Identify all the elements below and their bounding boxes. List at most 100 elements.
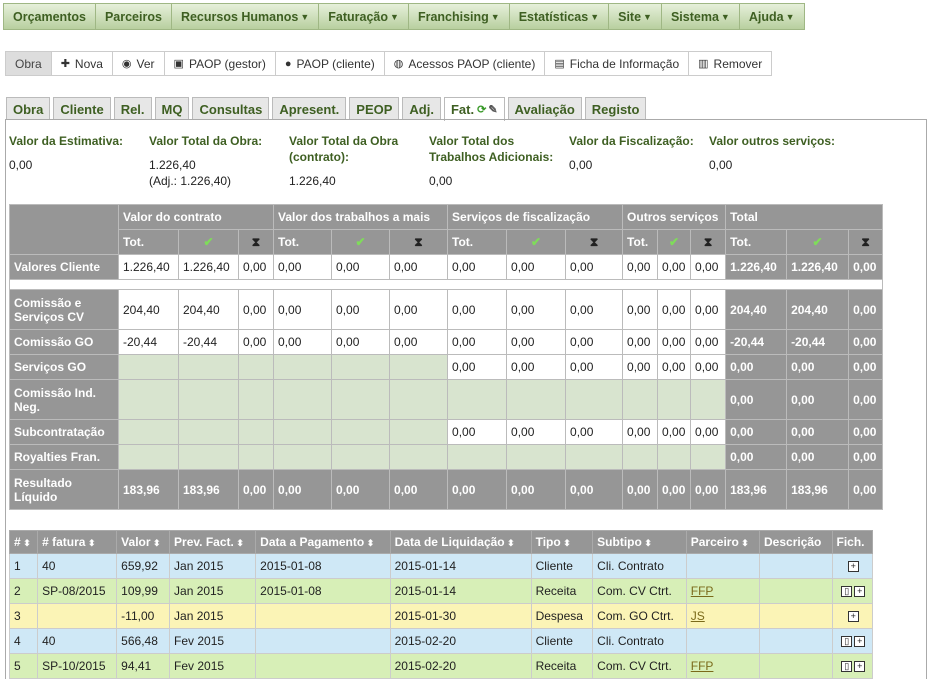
fin-cell: 0,00 bbox=[389, 469, 449, 510]
toolbar-button[interactable]: Obra bbox=[6, 52, 52, 75]
menu-item[interactable]: Faturação ▼ bbox=[318, 3, 409, 30]
hourglass-icon: ⧗ bbox=[237, 229, 275, 255]
summary-label: Valor outros serviços: bbox=[709, 134, 836, 148]
fin-cell: 0,00 bbox=[506, 419, 567, 445]
fin-cell: 1.226,40 bbox=[118, 254, 179, 280]
check-icon: ✔ bbox=[506, 229, 567, 255]
partner-link[interactable]: FFP bbox=[691, 659, 714, 673]
toolbar-button[interactable]: ▣ PAOP (gestor) bbox=[165, 52, 276, 75]
tab[interactable]: Adj. bbox=[402, 97, 441, 120]
fin-cell: 0,00 bbox=[565, 469, 624, 510]
menu-item[interactable]: Orçamentos bbox=[3, 3, 96, 30]
fin-row: Comissão Ind. Neg. 0,00 0,00 0,00 bbox=[9, 379, 884, 420]
invoice-row[interactable]: 1 40 659,92 Jan 2015 2015-01-08 2015-01-14 Cli… bbox=[8, 553, 874, 579]
fin-cell bbox=[622, 379, 659, 420]
menu-item[interactable]: Parceiros bbox=[94, 3, 172, 30]
column-header-label: Data a Pagamento bbox=[260, 535, 365, 549]
fin-row-label: Comissão Ind. Neg. bbox=[9, 379, 119, 420]
invoice-column-header[interactable]: Valor ⬍ bbox=[116, 530, 171, 554]
toolbar-button[interactable]: ◍ Acessos PAOP (cliente) bbox=[385, 52, 546, 75]
tab[interactable]: Rel. bbox=[113, 97, 152, 120]
fin-spacer-row bbox=[8, 279, 884, 290]
invoice-column-header[interactable]: # ⬍ bbox=[8, 530, 39, 554]
invoice-file-cell: ▯ + bbox=[831, 653, 874, 679]
invoice-column-header[interactable]: Tipo ⬍ bbox=[530, 530, 594, 554]
invoice-column-header[interactable]: Descrição bbox=[759, 530, 833, 554]
tab[interactable]: Consultas bbox=[192, 97, 270, 120]
add-file-icon[interactable]: + bbox=[854, 586, 866, 598]
fin-cell: 0,00 bbox=[331, 254, 391, 280]
add-file-icon[interactable]: + bbox=[854, 636, 866, 648]
caret-down-icon: ▼ bbox=[643, 11, 652, 22]
toolbar-button[interactable]: ▥ Remover bbox=[689, 52, 771, 75]
fin-cell bbox=[237, 419, 275, 445]
fin-cell: 0,00 bbox=[622, 469, 659, 510]
invoice-row[interactable]: 4 40 566,48 Fev 2015 2015-02-20 Cliente Cli. C… bbox=[8, 628, 874, 654]
tab[interactable]: PEOP bbox=[349, 97, 400, 120]
add-file-icon[interactable]: + bbox=[854, 661, 866, 673]
file-icon[interactable]: ▯ bbox=[841, 636, 853, 648]
invoice-cell: 2 bbox=[8, 578, 39, 604]
tab[interactable]: Avaliação bbox=[507, 97, 582, 120]
invoice-column-header[interactable]: Prev. Fact. ⬍ bbox=[169, 530, 257, 554]
tab[interactable]: MQ bbox=[154, 97, 190, 120]
fin-cell bbox=[331, 444, 391, 470]
tab[interactable]: Fat. ⟳ ✎ bbox=[443, 97, 505, 121]
briefcase-icon: ▣ bbox=[173, 58, 184, 70]
invoice-row[interactable]: 2 SP-08/2015 109,99 Jan 2015 2015-01-08 2015-… bbox=[8, 578, 874, 604]
invoice-column-header[interactable]: Fich. bbox=[831, 530, 874, 554]
menu-item[interactable]: Site ▼ bbox=[608, 3, 662, 30]
invoice-column-header[interactable]: Subtipo ⬍ bbox=[592, 530, 687, 554]
toolbar-button[interactable]: ✚ Nova bbox=[52, 52, 113, 75]
fin-row-label: Comissão GO bbox=[9, 329, 119, 355]
invoice-column-header[interactable]: Data a Pagamento ⬍ bbox=[255, 530, 391, 554]
pencil-icon[interactable]: ✎ bbox=[488, 103, 497, 116]
menu-item[interactable]: Estatísticas ▼ bbox=[508, 3, 610, 30]
invoice-row[interactable]: 3 -11,00 Jan 2015 2015-01-30 Despesa Com. GO … bbox=[8, 603, 874, 629]
summary-field: Valor Total dos Trabalhos Adicionais: 0,0… bbox=[429, 133, 569, 189]
invoice-column-header[interactable]: # fatura ⬍ bbox=[37, 530, 118, 554]
sort-icon: ⬍ bbox=[641, 538, 652, 548]
caret-down-icon: ▼ bbox=[490, 11, 500, 22]
check-icon: ✔ bbox=[178, 229, 239, 255]
invoice-cell: 2015-01-30 bbox=[389, 603, 532, 629]
summary-value: 0,00 bbox=[709, 158, 733, 172]
fin-subheader-total: Tot. bbox=[725, 229, 788, 255]
tab[interactable]: Registo bbox=[584, 97, 647, 120]
toolbar-button[interactable]: ● PAOP (cliente) bbox=[276, 52, 385, 75]
toolbar-button[interactable]: ▤ Ficha de Informação bbox=[545, 52, 690, 75]
file-icon[interactable]: ▯ bbox=[841, 661, 853, 673]
fin-subheader-row: Tot. ✔ ⧗ Tot. ✔ ⧗ Tot. ✔ ⧗ Tot. ✔ ⧗ Tot. ✔ ⧗ bbox=[10, 229, 884, 255]
fin-cell: 0,00 bbox=[331, 289, 391, 330]
fin-cell: 0,00 bbox=[447, 289, 508, 330]
sort-icon: ⬍ bbox=[738, 538, 749, 548]
invoice-column-header[interactable]: Data de Liquidação ⬍ bbox=[389, 530, 532, 554]
fin-cell bbox=[237, 379, 275, 420]
tab[interactable]: Apresent. bbox=[272, 97, 347, 120]
refresh-icon[interactable]: ⟳ bbox=[477, 103, 486, 116]
toolbar-button-label: Acessos PAOP (cliente) bbox=[408, 56, 536, 71]
fin-cell: 0,00 bbox=[565, 419, 624, 445]
menu-item[interactable]: Ajuda ▼ bbox=[738, 3, 805, 30]
fin-cell: 183,96 bbox=[118, 469, 179, 510]
invoice-row[interactable]: 5 SP-10/2015 94,41 Fev 2015 2015-02-20 Receit… bbox=[8, 653, 874, 679]
fin-row-label: Resultado Líquido bbox=[9, 469, 119, 510]
toolbar-button[interactable]: ◉ Ver bbox=[113, 52, 165, 75]
menu-item[interactable]: Recursos Humanos ▼ bbox=[170, 3, 320, 30]
menu-item[interactable]: Franchising ▼ bbox=[407, 3, 510, 30]
fin-cell: 0,00 bbox=[786, 354, 850, 380]
main-menu: Orçamentos Parceiros Recursos Humanos ▼ Fatu… bbox=[3, 3, 805, 30]
fin-cell: 1.226,40 bbox=[178, 254, 239, 280]
fin-cell: 0,00 bbox=[273, 254, 333, 280]
tab[interactable]: Cliente bbox=[53, 97, 111, 120]
invoice-column-header[interactable]: Parceiro ⬍ bbox=[685, 530, 761, 554]
tab[interactable]: Obra bbox=[6, 97, 51, 120]
partner-link[interactable]: FFP bbox=[691, 584, 714, 598]
file-icon[interactable]: ▯ bbox=[841, 586, 853, 598]
fin-cell: 0,00 bbox=[331, 469, 391, 510]
partner-link[interactable]: JS bbox=[691, 609, 705, 623]
fin-cell bbox=[447, 379, 508, 420]
add-file-icon[interactable]: + bbox=[847, 611, 859, 623]
add-file-icon[interactable]: + bbox=[847, 561, 859, 573]
menu-item[interactable]: Sistema ▼ bbox=[660, 3, 740, 30]
